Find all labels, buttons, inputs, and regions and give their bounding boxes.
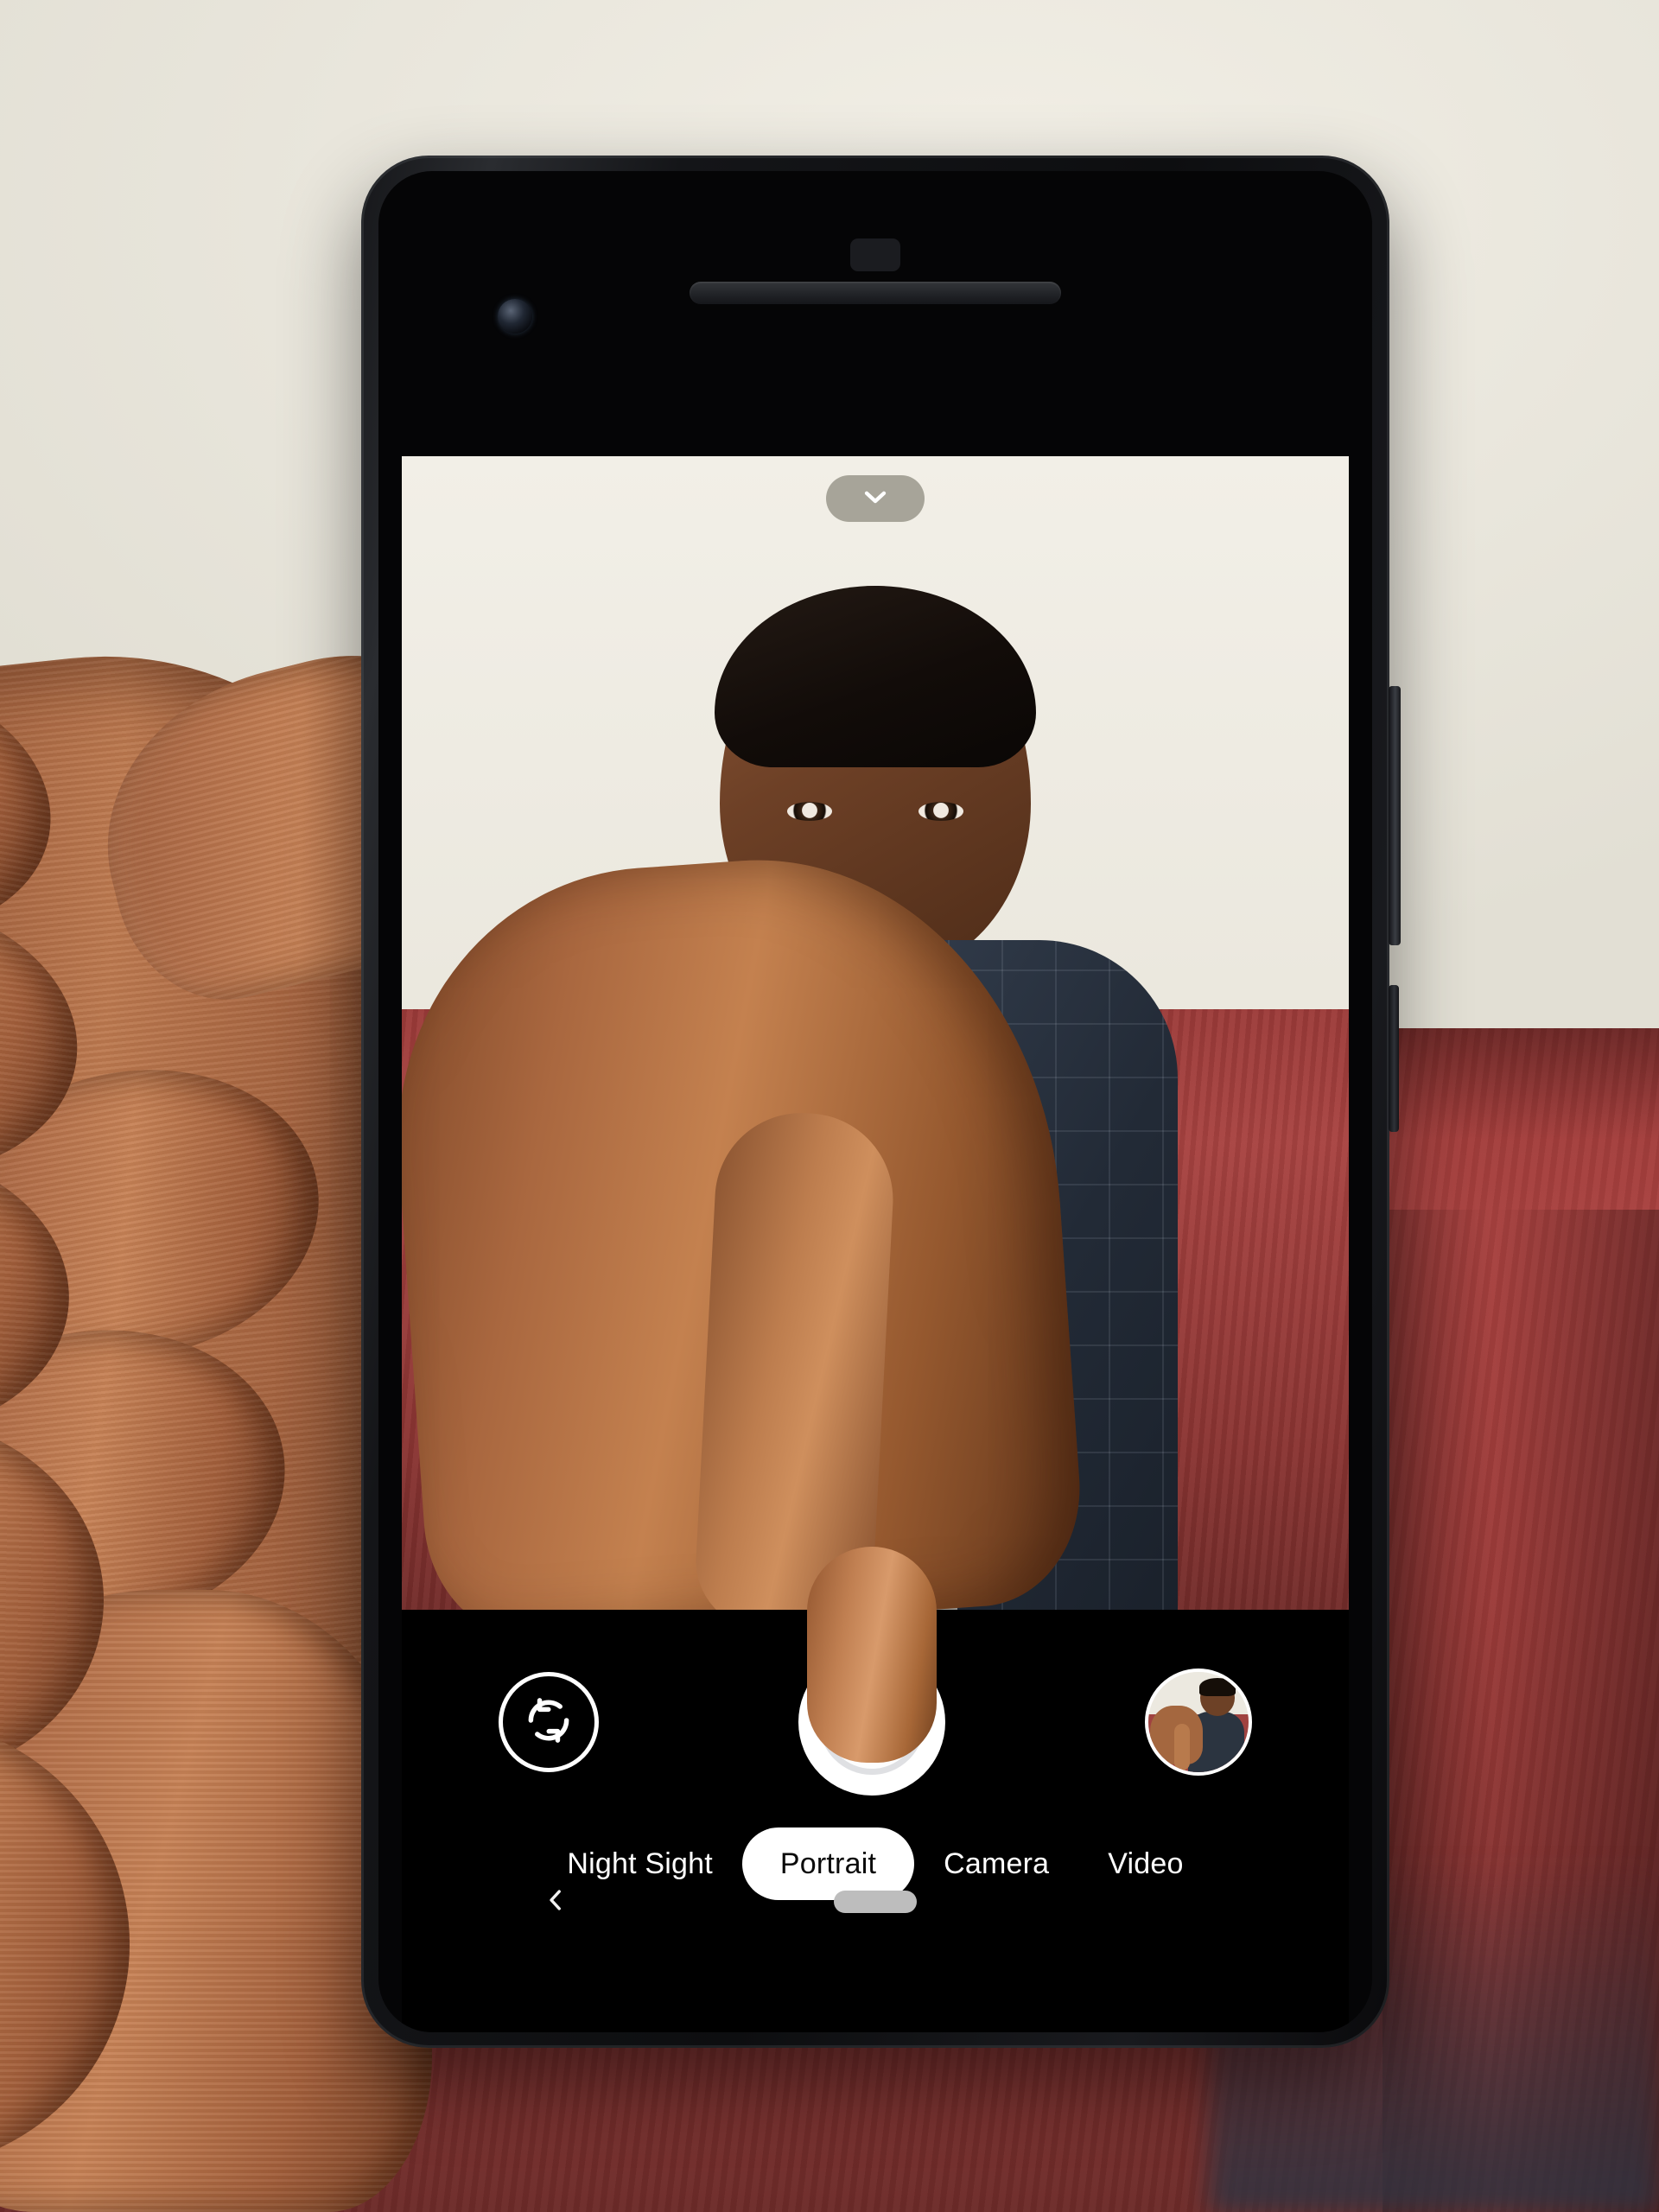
photo-scene: Night Sight Portrait Camera Video bbox=[0, 0, 1659, 2212]
thumbnail-finger bbox=[1174, 1724, 1190, 1770]
nav-home-pill[interactable] bbox=[834, 1891, 917, 1913]
chevron-down-icon bbox=[858, 480, 893, 518]
subject-eye-right bbox=[918, 802, 963, 821]
volume-button[interactable] bbox=[1389, 985, 1399, 1132]
smartphone-device: Night Sight Portrait Camera Video bbox=[361, 156, 1401, 2048]
chevron-left-icon bbox=[541, 1885, 570, 1919]
android-nav-bar bbox=[402, 1872, 1349, 1932]
camera-viewfinder[interactable] bbox=[402, 456, 1349, 1610]
nav-back-button[interactable] bbox=[537, 1883, 575, 1921]
subject-eye-left bbox=[787, 802, 832, 821]
shutter-button[interactable] bbox=[798, 1547, 945, 1796]
flip-camera-button[interactable] bbox=[499, 1672, 599, 1772]
phone-screen: Night Sight Portrait Camera Video bbox=[378, 171, 1372, 2032]
user-fingertip-on-shutter bbox=[807, 1547, 937, 1763]
camera-flip-icon bbox=[520, 1692, 577, 1753]
power-button[interactable] bbox=[1389, 686, 1401, 945]
front-camera-lens bbox=[498, 299, 532, 334]
subject-index-finger bbox=[692, 1109, 898, 1610]
sensor-notch bbox=[850, 238, 900, 271]
expand-settings-button[interactable] bbox=[826, 475, 925, 522]
camera-controls-row bbox=[402, 1547, 1349, 1800]
last-photo-thumbnail[interactable] bbox=[1145, 1669, 1252, 1776]
camera-controls-bar: Night Sight Portrait Camera Video bbox=[402, 1547, 1349, 2032]
thumbnail-hair bbox=[1199, 1677, 1236, 1696]
earpiece-speaker bbox=[690, 282, 1061, 304]
